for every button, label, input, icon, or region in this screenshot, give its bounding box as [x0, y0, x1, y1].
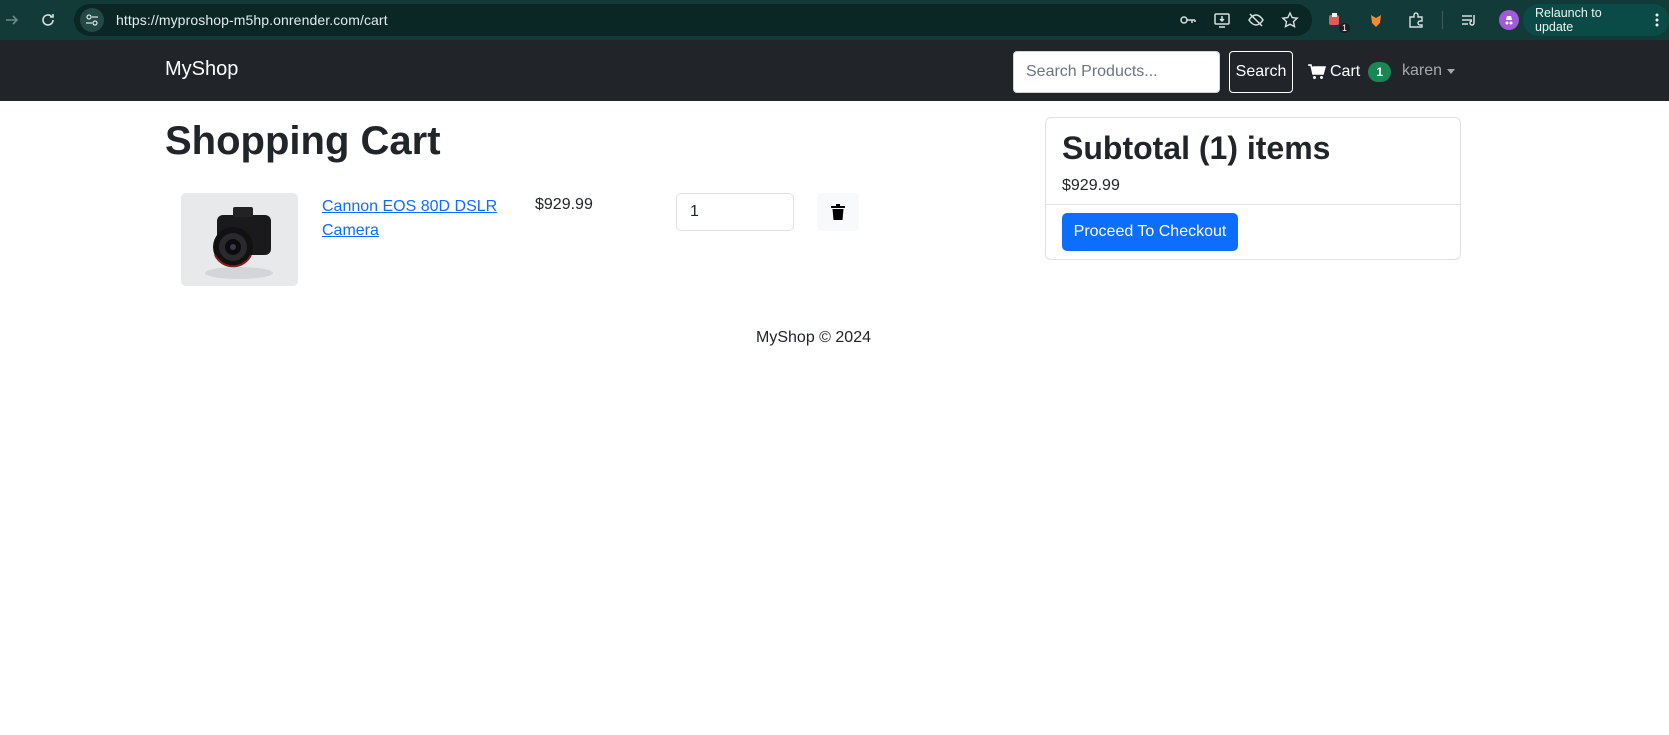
extension-icon[interactable]: 1 — [1322, 6, 1350, 34]
cart-item-row: Cannon EOS 80D DSLR Camera $929.99 1 — [165, 193, 1020, 288]
shopping-cart-icon — [1308, 64, 1326, 79]
product-price: $929.99 — [535, 196, 593, 213]
tune-icon — [86, 14, 98, 26]
bookmark-star-icon[interactable] — [1278, 8, 1302, 32]
caret-down-icon — [1447, 68, 1456, 74]
site-navbar: MyShop Search Cart 1 karen — [0, 40, 1669, 101]
subtotal-heading: Subtotal (1) items — [1062, 130, 1331, 166]
profile-avatar[interactable] — [1495, 6, 1523, 34]
fox-extension-icon[interactable] — [1362, 6, 1390, 34]
trash-icon — [831, 204, 845, 220]
footer-copyright: MyShop © 2024 — [756, 329, 871, 346]
summary-divider — [1046, 204, 1460, 205]
install-app-icon[interactable] — [1210, 8, 1234, 32]
arrow-right-icon — [6, 15, 19, 25]
user-dropdown[interactable]: karen — [1402, 62, 1456, 80]
user-name: karen — [1402, 62, 1443, 79]
toolbar-divider — [1442, 11, 1443, 29]
extension-badge: 1 — [1338, 23, 1350, 33]
password-key-icon[interactable] — [1176, 8, 1200, 32]
incognito-icon — [1505, 16, 1513, 25]
address-bar[interactable]: https://myproshop-m5hp.onrender.com/cart — [74, 4, 1312, 36]
camera-product-image — [181, 193, 298, 286]
browser-toolbar: https://myproshop-m5hp.onrender.com/cart… — [0, 0, 1669, 40]
brand-logo[interactable]: MyShop — [165, 58, 238, 81]
order-summary-card: Subtotal (1) items $929.99 Proceed To Ch… — [1045, 117, 1461, 260]
url-text[interactable]: https://myproshop-m5hp.onrender.com/cart — [116, 12, 388, 28]
more-vertical-icon — [1655, 13, 1659, 27]
cart-link[interactable]: Cart 1 — [1308, 62, 1392, 82]
extensions-puzzle-icon[interactable] — [1402, 6, 1430, 34]
back-button[interactable] — [0, 8, 24, 32]
site-info-button[interactable] — [80, 8, 104, 32]
subtotal-amount: $929.99 — [1062, 177, 1120, 194]
reading-list-icon[interactable] — [1455, 6, 1483, 34]
relaunch-button[interactable]: Relaunch to update — [1523, 4, 1669, 36]
reload-icon — [42, 14, 54, 26]
search-button[interactable]: Search — [1229, 51, 1293, 93]
search-input[interactable] — [1013, 51, 1220, 93]
reload-button[interactable] — [36, 8, 60, 32]
cart-count-badge: 1 — [1368, 62, 1392, 82]
eye-off-icon[interactable] — [1244, 8, 1268, 32]
quantity-select[interactable]: 1 — [676, 193, 794, 231]
relaunch-label: Relaunch to update — [1535, 6, 1602, 34]
page-title: Shopping Cart — [165, 119, 441, 163]
proceed-to-checkout-button[interactable]: Proceed To Checkout — [1062, 213, 1238, 251]
quantity-value: 1 — [690, 203, 699, 220]
cart-label: Cart — [1330, 63, 1361, 80]
product-link[interactable]: Cannon EOS 80D DSLR Camera — [322, 195, 502, 243]
remove-item-button[interactable] — [817, 193, 859, 231]
